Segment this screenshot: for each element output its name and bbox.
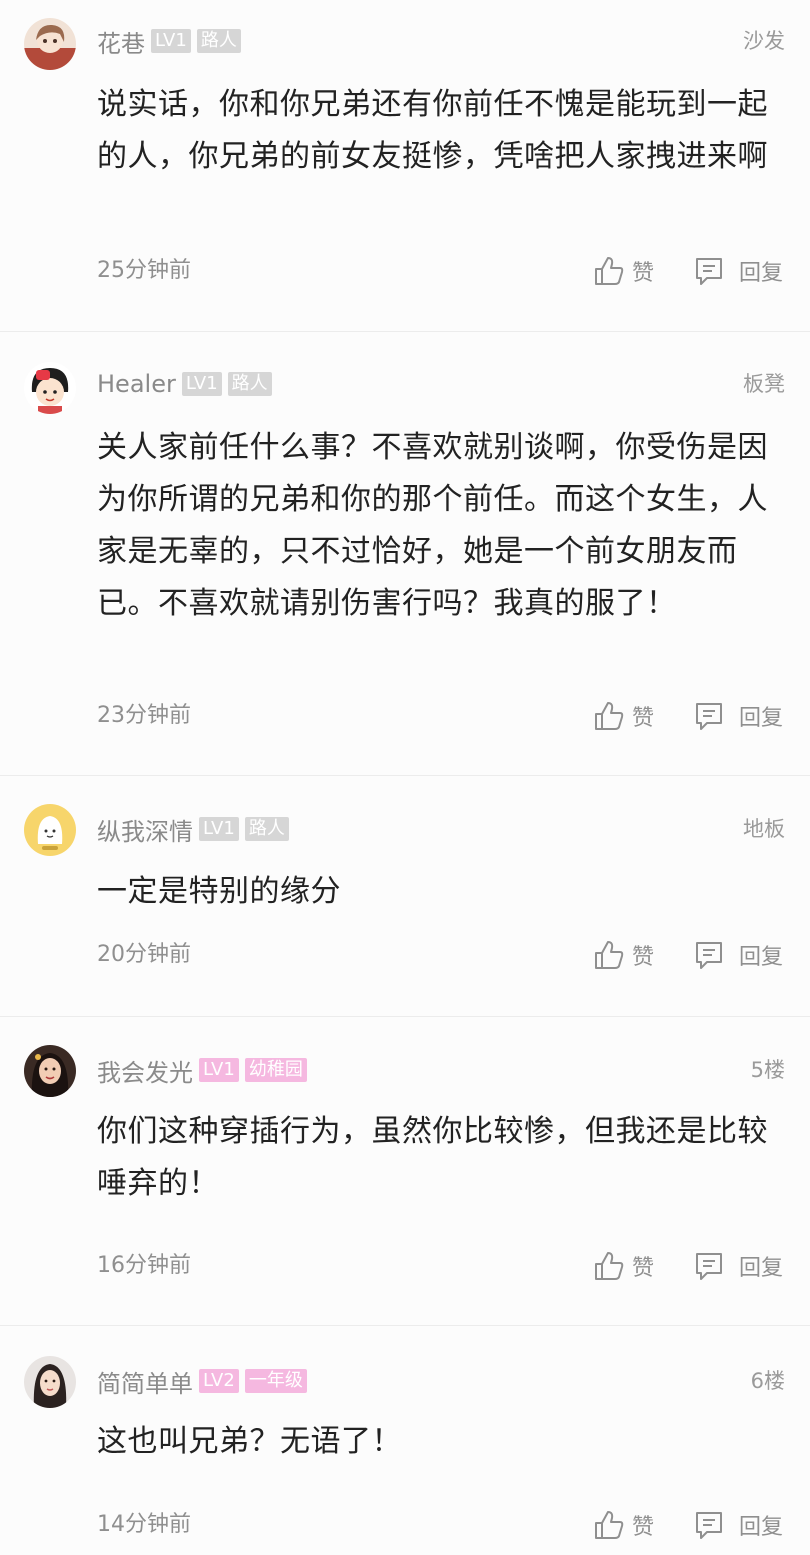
avatar-image <box>24 804 76 856</box>
rank-badge: 路人 <box>227 372 272 396</box>
comment-bubble-icon <box>696 703 722 730</box>
reply-label: 回复 <box>739 1256 784 1281</box>
comment-footer: 23分钟前 赞 回复 <box>0 696 810 736</box>
avatar-image <box>24 18 76 70</box>
comment-meta: 我会发光 LV1 幼稚园 <box>97 1053 307 1087</box>
avatar[interactable] <box>24 1045 76 1097</box>
timestamp: 16分钟前 <box>97 1253 191 1278</box>
comment-footer: 20分钟前 赞 回复 <box>0 935 810 975</box>
avatar[interactable] <box>24 18 76 70</box>
comment-meta: Healer LV1 路人 <box>97 367 272 401</box>
username[interactable]: 我会发光 <box>97 1053 193 1088</box>
level-badge: LV1 <box>151 29 191 53</box>
like-button[interactable]: 赞 <box>593 696 654 736</box>
thumbs-up-icon <box>595 257 624 285</box>
comment-text: 你们这种穿插行为，虽然你比较惨，但我还是比较唾弃的！ <box>97 1114 768 1201</box>
comment-bubble-icon <box>696 1253 722 1280</box>
rank-badge: 路人 <box>196 29 241 53</box>
comment-item: 花巷 LV1 路人 沙发 说实话，你和你兄弟还有你前任不愧是能玩到一起的人，你兄… <box>0 0 810 332</box>
timestamp: 20分钟前 <box>97 942 191 967</box>
level-badge: LV1 <box>199 1058 239 1082</box>
floor-label: 5楼 <box>750 1058 785 1082</box>
floor-label: 沙发 <box>743 29 785 53</box>
thumbs-up-icon <box>595 1252 624 1280</box>
thumbs-up-icon <box>595 941 624 969</box>
comment-feed: 花巷 LV1 路人 沙发 说实话，你和你兄弟还有你前任不愧是能玩到一起的人，你兄… <box>0 0 810 1555</box>
comment-meta: 简简单单 LV2 一年级 <box>97 1364 307 1398</box>
username[interactable]: 纵我深情 <box>97 812 193 847</box>
avatar[interactable] <box>24 804 76 856</box>
floor-label: 板凳 <box>743 372 785 396</box>
floor-label: 地板 <box>743 817 785 841</box>
reply-button[interactable]: 回复 <box>693 935 783 975</box>
comment-bubble-icon <box>696 942 722 969</box>
level-badge: LV1 <box>199 817 239 841</box>
comment-item: Healer LV1 路人 板凳 关人家前任什么事？不喜欢就别谈啊，你受伤是因为… <box>0 332 810 776</box>
comment-text: 这也叫兄弟？无语了！ <box>97 1424 402 1459</box>
thumbs-up-icon <box>595 702 624 730</box>
like-label: 赞 <box>632 261 655 286</box>
avatar[interactable] <box>24 362 76 414</box>
comment-footer: 14分钟前 赞 回复 <box>0 1505 810 1545</box>
like-button[interactable]: 赞 <box>593 935 654 975</box>
comment-item: 简简单单 LV2 一年级 6楼 这也叫兄弟？无语了！ 14分钟前 赞 回复 <box>0 1326 810 1555</box>
reply-label: 回复 <box>739 261 784 286</box>
comment-meta: 花巷 LV1 路人 <box>97 24 241 58</box>
thumbs-up-icon <box>595 1511 624 1539</box>
level-badge: LV2 <box>199 1369 239 1393</box>
comment-text: 关人家前任什么事？不喜欢就别谈啊，你受伤是因为你所谓的兄弟和你的那个前任。而这个… <box>97 430 768 621</box>
timestamp: 14分钟前 <box>97 1512 191 1537</box>
comment-text: 一定是特别的缘分 <box>97 874 341 909</box>
comment-bubble-icon <box>696 258 722 285</box>
like-button[interactable]: 赞 <box>593 1505 654 1545</box>
comment-item: 纵我深情 LV1 路人 地板 一定是特别的缘分 20分钟前 赞 回复 <box>0 776 810 1017</box>
comment-bubble-icon <box>696 1512 722 1539</box>
rank-badge: 路人 <box>244 817 289 841</box>
timestamp: 25分钟前 <box>97 258 191 283</box>
comment-footer: 25分钟前 赞 回复 <box>0 251 810 291</box>
like-label: 赞 <box>632 945 655 970</box>
like-label: 赞 <box>632 1515 655 1540</box>
rank-badge: 幼稚园 <box>244 1058 307 1082</box>
like-button[interactable]: 赞 <box>593 251 654 291</box>
comment-text: 说实话，你和你兄弟还有你前任不愧是能玩到一起的人，你兄弟的前女友挺惨，凭啥把人家… <box>97 87 768 174</box>
username[interactable]: 花巷 <box>97 24 145 59</box>
like-label: 赞 <box>632 706 655 731</box>
comment-meta: 纵我深情 LV1 路人 <box>97 812 289 846</box>
reply-button[interactable]: 回复 <box>693 696 783 736</box>
comment-footer: 16分钟前 赞 回复 <box>0 1246 810 1286</box>
avatar[interactable] <box>24 1356 76 1408</box>
like-button[interactable]: 赞 <box>593 1246 654 1286</box>
username[interactable]: Healer <box>97 370 176 398</box>
like-label: 赞 <box>632 1256 655 1281</box>
reply-label: 回复 <box>739 706 784 731</box>
reply-button[interactable]: 回复 <box>693 1505 783 1545</box>
avatar-image <box>24 1356 76 1408</box>
comment-item: 我会发光 LV1 幼稚园 5楼 你们这种穿插行为，虽然你比较惨，但我还是比较唾弃… <box>0 1017 810 1326</box>
avatar-image <box>24 362 76 414</box>
floor-label: 6楼 <box>750 1369 785 1393</box>
reply-button[interactable]: 回复 <box>693 251 783 291</box>
username[interactable]: 简简单单 <box>97 1364 193 1399</box>
avatar-image <box>24 1045 76 1097</box>
reply-label: 回复 <box>739 1515 784 1540</box>
rank-badge: 一年级 <box>244 1369 307 1393</box>
reply-button[interactable]: 回复 <box>693 1246 783 1286</box>
level-badge: LV1 <box>181 372 222 396</box>
timestamp: 23分钟前 <box>97 703 191 728</box>
reply-label: 回复 <box>739 945 784 970</box>
